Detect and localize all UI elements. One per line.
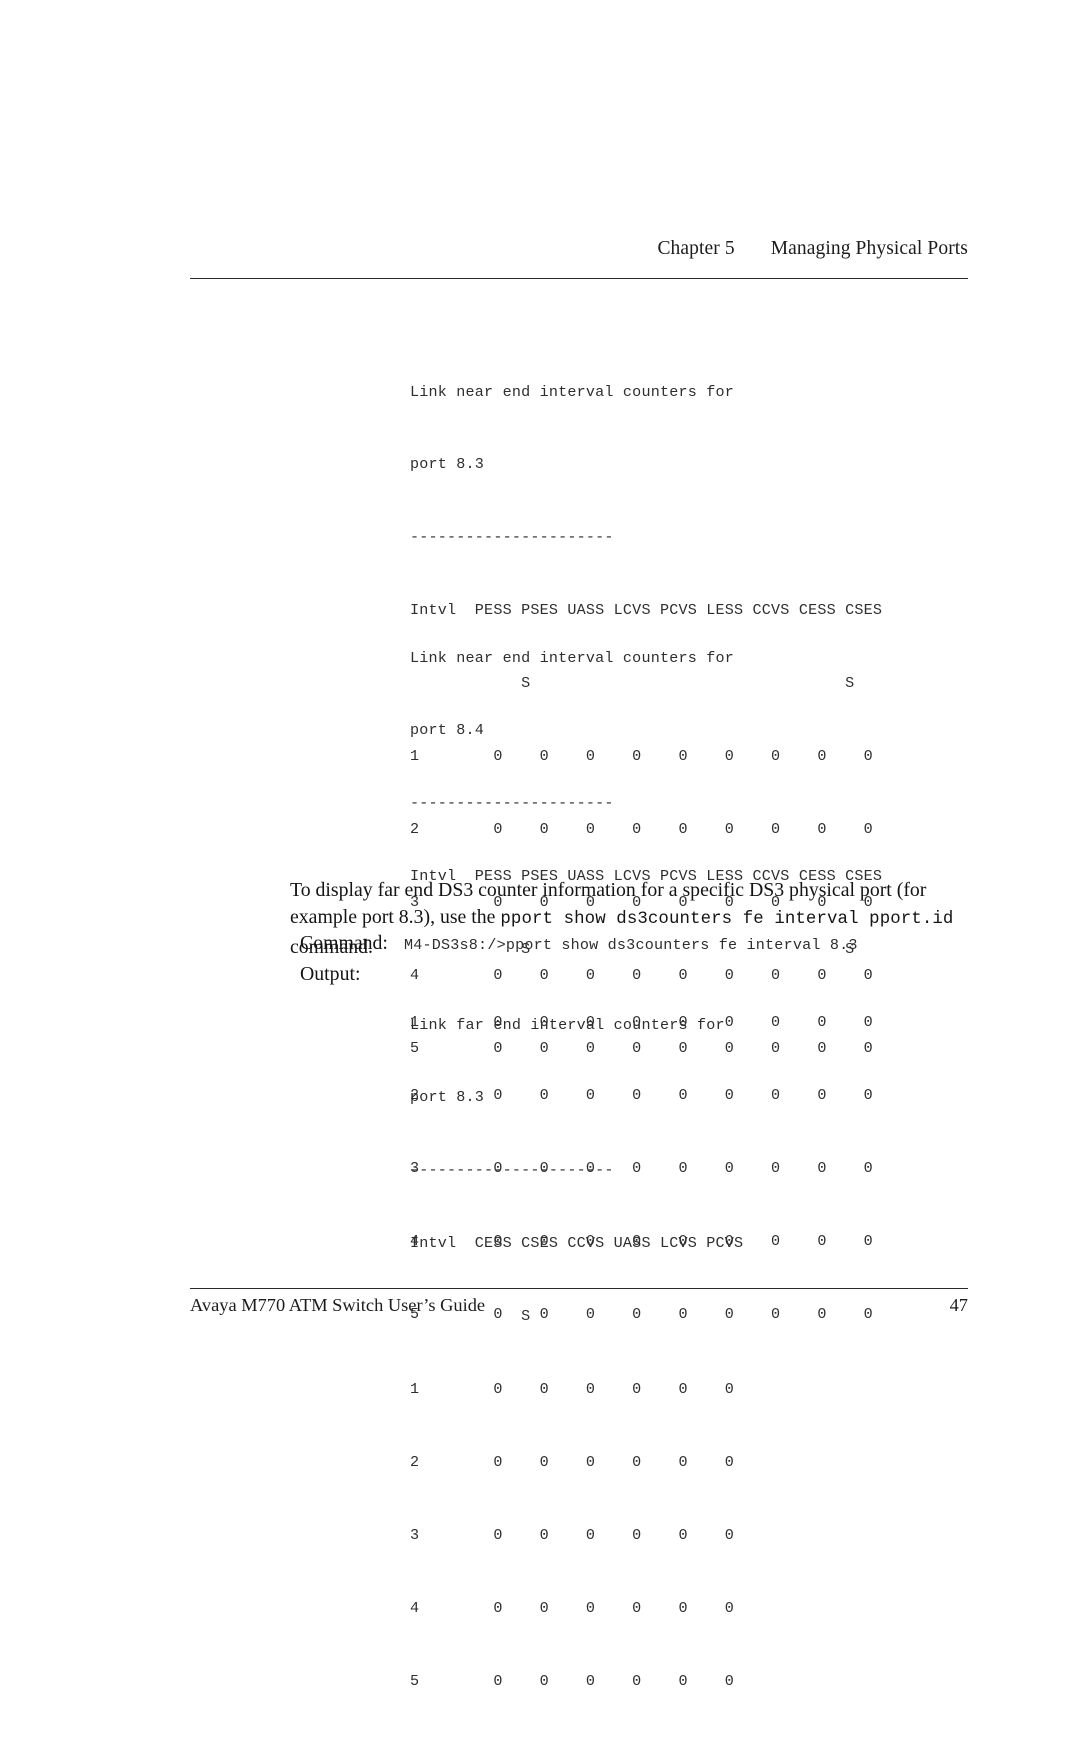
output-line-title: Link far end interval counters for [410,1015,725,1034]
command-line-text: M4-DS3s8:/>pport show ds3counters fe int… [404,936,858,954]
output-table-row: 4 0 0 0 0 0 0 [410,1598,735,1617]
output-line-title: Link near end interval counters for [410,382,735,401]
output-line-port: port 8.3 [410,1088,485,1107]
output-table-row: 3 0 0 0 0 0 0 [410,1525,735,1544]
footer-page-number: 47 [949,1295,968,1315]
output-line-separator: ---------------------- [410,528,614,547]
footer-guide-title: Avaya M770 ATM Switch User’s Guide [190,1295,486,1315]
output-line-title: Link near end interval counters for [410,648,735,667]
page-footer: Avaya M770 ATM Switch User’s Guide 47 [190,1295,968,1316]
output-table-header: Intvl CESS CSES CCVS UASS LCVS PCVS [410,1234,744,1253]
output-line-separator: ---------------------- [410,1161,614,1180]
output-table-row: 5 0 0 0 0 0 0 [410,1671,735,1690]
header-chapter-label: Chapter 5 [657,238,735,259]
header-chapter-title: Managing Physical Ports [770,238,968,259]
output-label: Output: [300,963,361,985]
output-line-port: port 8.3 [410,455,485,474]
inline-command-literal: pport show ds3counters fe interval pport… [500,910,954,930]
output-line-separator: ---------------------- [410,794,614,813]
page-running-header: Chapter 5 Managing Physical Ports [190,238,968,260]
output-line-port: port 8.4 [410,721,485,740]
command-label: Command: [300,932,388,954]
output-block-far-end-port-8-3: Link far end interval counters for port … [410,964,743,1742]
output-table-row: 1 0 0 0 0 0 0 [410,1380,735,1399]
document-page: Chapter 5 Managing Physical Ports Link n… [0,0,1080,1690]
output-table-row: 2 0 0 0 0 0 0 [410,1452,735,1471]
header-divider-rule [190,278,968,279]
footer-divider-rule [190,1288,968,1289]
